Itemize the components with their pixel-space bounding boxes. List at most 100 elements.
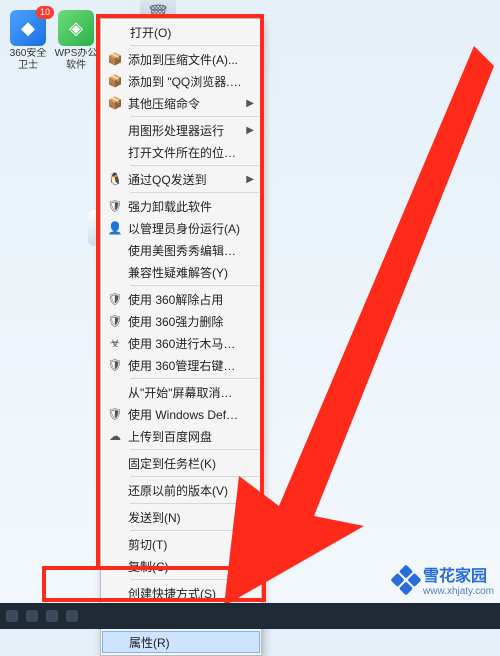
menu-item[interactable]: ☁上传到百度网盘 [102, 425, 260, 447]
menu-item[interactable]: 属性(R) [102, 631, 260, 653]
menu-item-icon [106, 122, 124, 138]
menu-item-label: 使用 Windows Defender扫描... [128, 406, 244, 423]
start-button[interactable] [6, 610, 18, 622]
menu-item-icon: 👤 [106, 220, 124, 236]
cube-icon: ◈ [58, 10, 94, 46]
menu-item-label: 通过QQ发送到 [128, 171, 244, 188]
menu-item-icon: ☁ [106, 428, 124, 444]
menu-item-icon [106, 264, 124, 280]
menu-item-icon [107, 634, 125, 650]
menu-item-icon: 🐧 [106, 171, 124, 187]
menu-item[interactable]: 用图形处理器运行▶ [102, 119, 260, 141]
menu-item[interactable]: 复制(C) [102, 555, 260, 577]
menu-item[interactable]: 🐧通过QQ发送到▶ [102, 168, 260, 190]
taskbar-item[interactable] [66, 610, 78, 622]
menu-item-icon: 🛡 [106, 198, 124, 214]
shield-icon: ◆10 [10, 10, 46, 46]
taskbar-item[interactable] [46, 610, 58, 622]
submenu-chevron-icon: ▶ [244, 174, 254, 185]
menu-item[interactable]: 📦其他压缩命令▶ [102, 92, 260, 114]
menu-item[interactable]: 从"开始"屏幕取消固定(P) [102, 381, 260, 403]
separator [130, 476, 259, 477]
menu-item-icon: 📦 [106, 51, 124, 67]
menu-item-open[interactable]: 打开(O) [102, 21, 260, 43]
snowflake-icon [390, 564, 421, 595]
menu-item[interactable]: 使用美图秀秀编辑和美化 [102, 239, 260, 261]
menu-item[interactable]: 发送到(N)▶ [102, 506, 260, 528]
separator [130, 530, 259, 531]
menu-item[interactable]: 🛡使用 360解除占用 [102, 288, 260, 310]
submenu-chevron-icon: ▶ [244, 512, 254, 523]
menu-item-icon [106, 536, 124, 552]
separator [130, 192, 259, 193]
menu-item-icon [106, 558, 124, 574]
menu-item-icon [106, 509, 124, 525]
watermark: 雪花家园 www.xhjaty.com [395, 562, 494, 597]
menu-item-icon: 🛡 [106, 357, 124, 373]
menu-item-icon [106, 384, 124, 400]
watermark-url: www.xhjaty.com [423, 586, 494, 597]
menu-item-icon [106, 482, 124, 498]
menu-item-label: 使用 360管理右键菜单 [128, 357, 244, 374]
menu-item-label: 添加到压缩文件(A)... [128, 51, 244, 68]
desktop-background: ◆10 360安全卫士 ◈ WPS办公软件 🗑 ◷ 123 打开(O) 📦添加到… [0, 0, 500, 629]
menu-item[interactable]: 🛡使用 Windows Defender扫描... [102, 403, 260, 425]
menu-item-label: 创建快捷方式(S) [128, 585, 244, 602]
menu-item[interactable]: 创建快捷方式(S) [102, 582, 260, 604]
context-menu: 打开(O) 📦添加到压缩文件(A)...📦添加到 "QQ浏览器.zip"(T)📦… [100, 18, 262, 656]
menu-item[interactable]: 兼容性疑难解答(Y) [102, 261, 260, 283]
separator [130, 503, 259, 504]
separator [130, 45, 259, 46]
separator [130, 165, 259, 166]
icon-label: WPS办公软件 [54, 48, 98, 72]
menu-item-label: 强力卸载此软件 [128, 198, 244, 215]
menu-item-label: 打开文件所在的位置(I) [128, 144, 244, 161]
taskbar[interactable] [0, 603, 500, 629]
menu-item-label: 兼容性疑难解答(Y) [128, 264, 244, 281]
menu-item-icon [106, 455, 124, 471]
menu-item[interactable]: 🛡强力卸载此软件 [102, 195, 260, 217]
menu-item-icon: 📦 [106, 95, 124, 111]
badge: 10 [36, 6, 54, 19]
menu-item-label: 用图形处理器运行 [128, 122, 244, 139]
menu-item[interactable]: 打开文件所在的位置(I) [102, 141, 260, 163]
menu-item-label: 上传到百度网盘 [128, 428, 244, 445]
separator [130, 285, 259, 286]
menu-item[interactable]: 剪切(T) [102, 533, 260, 555]
menu-item[interactable]: 还原以前的版本(V) [102, 479, 260, 501]
menu-item-icon: 🛡 [106, 313, 124, 329]
separator [130, 449, 259, 450]
desktop-icon-0[interactable]: ◆10 360安全卫士 [6, 10, 50, 72]
menu-item[interactable]: ☣使用 360进行木马云查杀 [102, 332, 260, 354]
menu-item-icon: 📦 [106, 73, 124, 89]
menu-item-label: 以管理员身份运行(A) [128, 220, 244, 237]
submenu-chevron-icon: ▶ [244, 98, 254, 109]
menu-item-label: 发送到(N) [128, 509, 244, 526]
separator [130, 579, 259, 580]
menu-item-label: 复制(C) [128, 558, 244, 575]
menu-item-icon [106, 585, 124, 601]
menu-item-icon: ☣ [106, 335, 124, 351]
menu-item-label: 使用 360解除占用 [128, 291, 244, 308]
menu-item-label: 添加到 "QQ浏览器.zip"(T) [128, 73, 244, 90]
menu-item[interactable]: 📦添加到压缩文件(A)... [102, 48, 260, 70]
menu-item-icon [106, 144, 124, 160]
menu-item-label: 使用 360进行木马云查杀 [128, 335, 244, 352]
menu-item-label: 使用 360强力删除 [128, 313, 244, 330]
separator [130, 116, 259, 117]
menu-item-label: 属性(R) [129, 634, 243, 651]
menu-item-label: 使用美图秀秀编辑和美化 [128, 242, 244, 259]
menu-item[interactable]: 🛡使用 360管理右键菜单 [102, 354, 260, 376]
menu-item-label: 剪切(T) [128, 536, 244, 553]
menu-item-icon: 🛡 [106, 291, 124, 307]
watermark-title: 雪花家园 [423, 562, 494, 586]
desktop-icon-1[interactable]: ◈ WPS办公软件 [54, 10, 98, 72]
menu-item[interactable]: 固定到任务栏(K) [102, 452, 260, 474]
menu-item[interactable]: 📦添加到 "QQ浏览器.zip"(T) [102, 70, 260, 92]
submenu-chevron-icon: ▶ [244, 125, 254, 136]
menu-item-label: 打开(O) [130, 24, 254, 41]
menu-item[interactable]: 👤以管理员身份运行(A) [102, 217, 260, 239]
taskbar-item[interactable] [26, 610, 38, 622]
menu-item[interactable]: 🛡使用 360强力删除 [102, 310, 260, 332]
separator [130, 378, 259, 379]
